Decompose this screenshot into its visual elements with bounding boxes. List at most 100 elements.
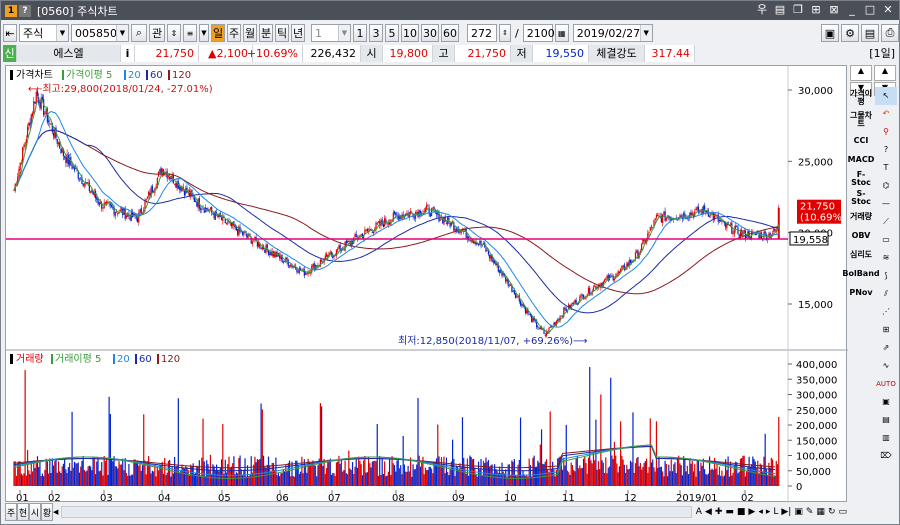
num-3[interactable]: 3 [369, 24, 383, 42]
image-icon[interactable]: ▦ [816, 507, 825, 517]
move-updown-icon[interactable]: ⇕ [167, 24, 181, 42]
stock-code-input[interactable]: 005850 ▼ [71, 24, 129, 42]
num-30[interactable]: 30 [421, 24, 439, 42]
refresh-icon[interactable]: ↻ [828, 507, 836, 517]
nav-left-icon[interactable]: ◂ [758, 507, 763, 517]
channel-icon[interactable]: ⫽ [875, 285, 897, 303]
nav-l-icon[interactable]: L [773, 507, 778, 517]
nav-a-icon[interactable]: A [696, 507, 702, 517]
grid-icon[interactable]: ▦ [554, 24, 569, 42]
count-input[interactable]: 272 [467, 24, 497, 42]
edit-icon[interactable]: ✎ [806, 507, 814, 517]
bars-icon[interactable]: ▥ [875, 429, 897, 447]
settings-icon[interactable]: ⚙ [841, 24, 859, 42]
screen-icon[interactable]: ▣ [821, 24, 839, 42]
nav-end-icon[interactable]: ▶| [781, 507, 791, 517]
dual-icon[interactable]: ▭ [838, 507, 847, 517]
indicator-item[interactable]: 그물차트 [848, 109, 874, 131]
magnet-icon[interactable]: ⚲ [875, 123, 897, 141]
indicator-item[interactable]: 심리도 [848, 245, 874, 264]
num-60[interactable]: 60 [441, 24, 459, 42]
pin-icon[interactable]: 우 [755, 3, 769, 17]
trendline-icon[interactable]: ⟋ [875, 213, 897, 231]
pattern-icon[interactable]: ⌬ [875, 177, 897, 195]
indicator-item[interactable]: S-Stoc [848, 188, 874, 207]
restore-icon[interactable]: ❐ [791, 3, 805, 17]
zoom-out-icon[interactable]: ✚ [715, 507, 723, 517]
rect-icon[interactable]: ▭ [875, 231, 897, 249]
total-input[interactable]: 2100 [522, 24, 555, 42]
volume-bar [68, 462, 71, 486]
indicator-item[interactable]: 가격이평 [848, 87, 874, 109]
maximize-icon[interactable]: □ [863, 3, 877, 17]
close-small-icon[interactable]: ⊠ [827, 3, 841, 17]
scroll-left-icon[interactable]: ◀ [53, 508, 61, 516]
interval-select[interactable]: 1 ▼ [311, 24, 351, 42]
dropdown-icon[interactable]: ▼ [199, 24, 209, 42]
screen-mode-icon[interactable]: ▣ [794, 507, 803, 517]
question-icon[interactable]: ? [875, 141, 897, 159]
indicator-item[interactable]: F-Stoc [848, 169, 874, 188]
period-tick[interactable]: 틱 [275, 24, 289, 42]
volume-bar [238, 458, 240, 486]
close-icon[interactable]: ✕ [881, 3, 895, 17]
day-button[interactable]: 일 [211, 24, 225, 42]
scroll-up-icon-2[interactable]: ▲ [874, 65, 896, 81]
market-select[interactable]: 주식 ▼ [19, 24, 69, 42]
tab-hwang[interactable]: 황 [41, 503, 53, 521]
indicator-item[interactable]: BolBand [842, 264, 879, 283]
gann-icon[interactable]: ⋰ [875, 303, 897, 321]
chart-area[interactable]: 30,00025,00020,00015,000400,000350,00030… [5, 65, 848, 504]
period-minute[interactable]: 분 [259, 24, 273, 42]
delete-icon[interactable]: ⌦ [875, 447, 897, 465]
first-icon[interactable]: ⇤ [3, 24, 17, 42]
window-list-icon[interactable]: ▤ [773, 3, 787, 17]
window-icon[interactable]: ▣ [875, 393, 897, 411]
nav-prev-icon[interactable]: ◀ [705, 507, 712, 517]
chart-svg[interactable]: 30,00025,00020,00015,000400,000350,00030… [6, 66, 848, 504]
arrow-icon[interactable]: ⇗ [875, 339, 897, 357]
stop-icon[interactable]: ■ [737, 507, 746, 517]
period-week[interactable]: 주 [227, 24, 241, 42]
indicator-item[interactable]: MACD [848, 150, 875, 169]
num-5[interactable]: 5 [385, 24, 399, 42]
info-icon[interactable]: i [121, 44, 135, 62]
volume-bar [417, 398, 419, 486]
tab-si[interactable]: 시 [29, 503, 41, 521]
count-spinner[interactable]: ⇕ [499, 24, 511, 42]
tab-hyeon[interactable]: 현 [17, 503, 29, 521]
save-icon[interactable]: ▤ [861, 24, 879, 42]
auto-icon[interactable]: AUTO [875, 375, 897, 393]
nav-right-icon[interactable]: ▸ [766, 507, 771, 517]
gwan-button[interactable]: 관 [149, 24, 165, 42]
num-1[interactable]: 1 [353, 24, 367, 42]
nav-next-icon[interactable]: ▶ [748, 507, 755, 517]
indicator-item[interactable]: PNov [848, 283, 874, 302]
cycle-icon[interactable]: ⊞ [875, 321, 897, 339]
fan-icon[interactable]: ⟆ [875, 267, 897, 285]
link-icon[interactable]: ⊞ [809, 3, 823, 17]
indicator-item[interactable]: 거래량 [848, 207, 874, 226]
list-icon[interactable]: ≡ [183, 24, 197, 42]
num-10[interactable]: 10 [401, 24, 419, 42]
text-icon[interactable]: T [875, 159, 897, 177]
tab-ju[interactable]: 주 [5, 503, 17, 521]
scroll-up-icon[interactable]: ▲ [850, 65, 872, 81]
indicator-item[interactable]: OBV [848, 226, 874, 245]
period-month[interactable]: 월 [243, 24, 257, 42]
cursor-icon[interactable]: ↖ [875, 87, 897, 105]
zoom-in-icon[interactable]: ▬ [725, 507, 734, 517]
print-icon[interactable]: ⎙ [881, 24, 899, 42]
search-icon[interactable]: ⌕ [131, 24, 147, 42]
help-icon[interactable]: ? [19, 4, 31, 17]
hline-icon[interactable]: — [875, 195, 897, 213]
indicator-item[interactable]: CCI [848, 131, 874, 150]
date-select[interactable]: 2019/02/27 ▼ [572, 24, 653, 42]
fibo-icon[interactable]: ≋ [875, 249, 897, 267]
minimize-icon[interactable]: _ [845, 3, 859, 17]
wave-icon[interactable]: ∿ [875, 357, 897, 375]
period-year[interactable]: 년 [291, 24, 305, 42]
monitor-icon[interactable]: ▤ [875, 411, 897, 429]
h-scrollbar[interactable] [61, 506, 692, 518]
undo-icon[interactable]: ↶ [875, 105, 897, 123]
